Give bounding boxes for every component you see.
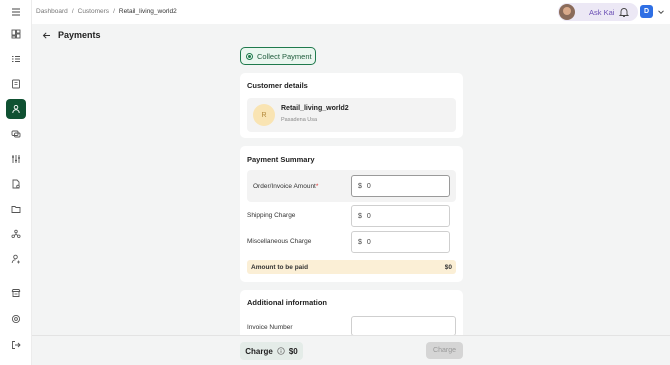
chevron-down-icon[interactable] bbox=[657, 8, 665, 16]
info-icon[interactable] bbox=[277, 347, 285, 355]
charge-button[interactable]: Charge bbox=[426, 342, 463, 359]
store-icon[interactable] bbox=[6, 283, 26, 303]
amount-to-be-paid-label: Amount to be paid bbox=[251, 264, 309, 271]
collect-payment-option[interactable]: Collect Payment bbox=[240, 47, 316, 65]
shipping-charge-input[interactable]: $ 0 bbox=[351, 205, 450, 227]
kai-avatar bbox=[559, 4, 575, 20]
ask-kai-label: Ask Kai bbox=[589, 7, 615, 17]
settings-icon[interactable] bbox=[6, 309, 26, 329]
breadcrumb-separator: / bbox=[113, 8, 115, 15]
radio-selected-icon bbox=[246, 52, 253, 60]
currency-symbol: $ bbox=[358, 238, 362, 246]
payment-summary-title: Payment Summary bbox=[247, 155, 315, 164]
logout-icon[interactable] bbox=[6, 335, 26, 355]
order-amount-label: Order/Invoice Amount* bbox=[253, 183, 319, 190]
currency-symbol: $ bbox=[358, 212, 362, 220]
charge-summary-amount: $0 bbox=[288, 346, 298, 356]
back-arrow-icon[interactable] bbox=[42, 31, 51, 40]
customer-location: Pasadena Usa bbox=[281, 117, 318, 123]
invoice-number-label: Invoice Number bbox=[247, 324, 293, 331]
breadcrumb-current: Retail_living_world2 bbox=[118, 8, 177, 15]
user-avatar-button[interactable]: D bbox=[640, 5, 653, 18]
breadcrumb: Dashboard / Customers / Retail_living_wo… bbox=[36, 8, 177, 15]
folder-icon[interactable] bbox=[6, 199, 26, 219]
document-icon[interactable] bbox=[6, 174, 26, 194]
misc-charge-input[interactable]: $ 0 bbox=[351, 231, 450, 253]
menu-icon[interactable] bbox=[6, 2, 26, 22]
customer-name: Retail_living_world2 bbox=[281, 105, 349, 112]
breadcrumb-separator: / bbox=[71, 8, 74, 15]
page-heading: Payments bbox=[42, 30, 101, 40]
invoice-number-input[interactable] bbox=[351, 316, 456, 336]
orders-icon[interactable] bbox=[6, 74, 26, 94]
filters-icon[interactable] bbox=[6, 149, 26, 169]
misc-charge-label: Miscellaneous Charge bbox=[247, 238, 312, 245]
customers-icon[interactable] bbox=[6, 99, 26, 119]
network-icon[interactable] bbox=[6, 224, 26, 244]
breadcrumb-dashboard[interactable]: Dashboard bbox=[36, 8, 68, 15]
charge-summary: Charge $0 bbox=[240, 342, 303, 360]
collect-payment-label: Collect Payment bbox=[257, 51, 312, 61]
top-bar: Dashboard / Customers / Retail_living_wo… bbox=[32, 0, 670, 24]
dashboard-icon[interactable] bbox=[6, 24, 26, 44]
breadcrumb-customers[interactable]: Customers bbox=[78, 8, 109, 15]
bottom-action-bar: Charge $0 Charge bbox=[32, 335, 670, 365]
payment-summary-card: Payment Summary Order/Invoice Amount* $ … bbox=[240, 146, 463, 282]
customer-details-title: Customer details bbox=[247, 81, 308, 90]
additional-info-title: Additional information bbox=[247, 298, 327, 307]
order-amount-value: 0 bbox=[366, 182, 371, 190]
list-icon[interactable] bbox=[6, 49, 26, 69]
shipping-charge-value: 0 bbox=[366, 212, 371, 220]
amount-to-be-paid-value: $0 bbox=[444, 264, 452, 271]
page-title: Payments bbox=[58, 30, 101, 40]
sidebar bbox=[0, 0, 32, 365]
currency-symbol: $ bbox=[358, 182, 362, 190]
customer-details-card: Customer details R Retail_living_world2 … bbox=[240, 73, 463, 138]
chat-icon[interactable] bbox=[6, 124, 26, 144]
customer-info: R Retail_living_world2 Pasadena Usa bbox=[247, 98, 456, 132]
misc-charge-value: 0 bbox=[366, 238, 371, 246]
shipping-charge-label: Shipping Charge bbox=[247, 212, 296, 219]
amount-to-be-paid: Amount to be paid $0 bbox=[247, 260, 456, 274]
charge-summary-label: Charge bbox=[245, 346, 273, 356]
user-settings-icon[interactable] bbox=[6, 249, 26, 269]
order-amount-input[interactable]: $ 0 bbox=[351, 175, 450, 197]
bell-icon[interactable] bbox=[618, 6, 630, 18]
customer-avatar: R bbox=[253, 104, 275, 126]
